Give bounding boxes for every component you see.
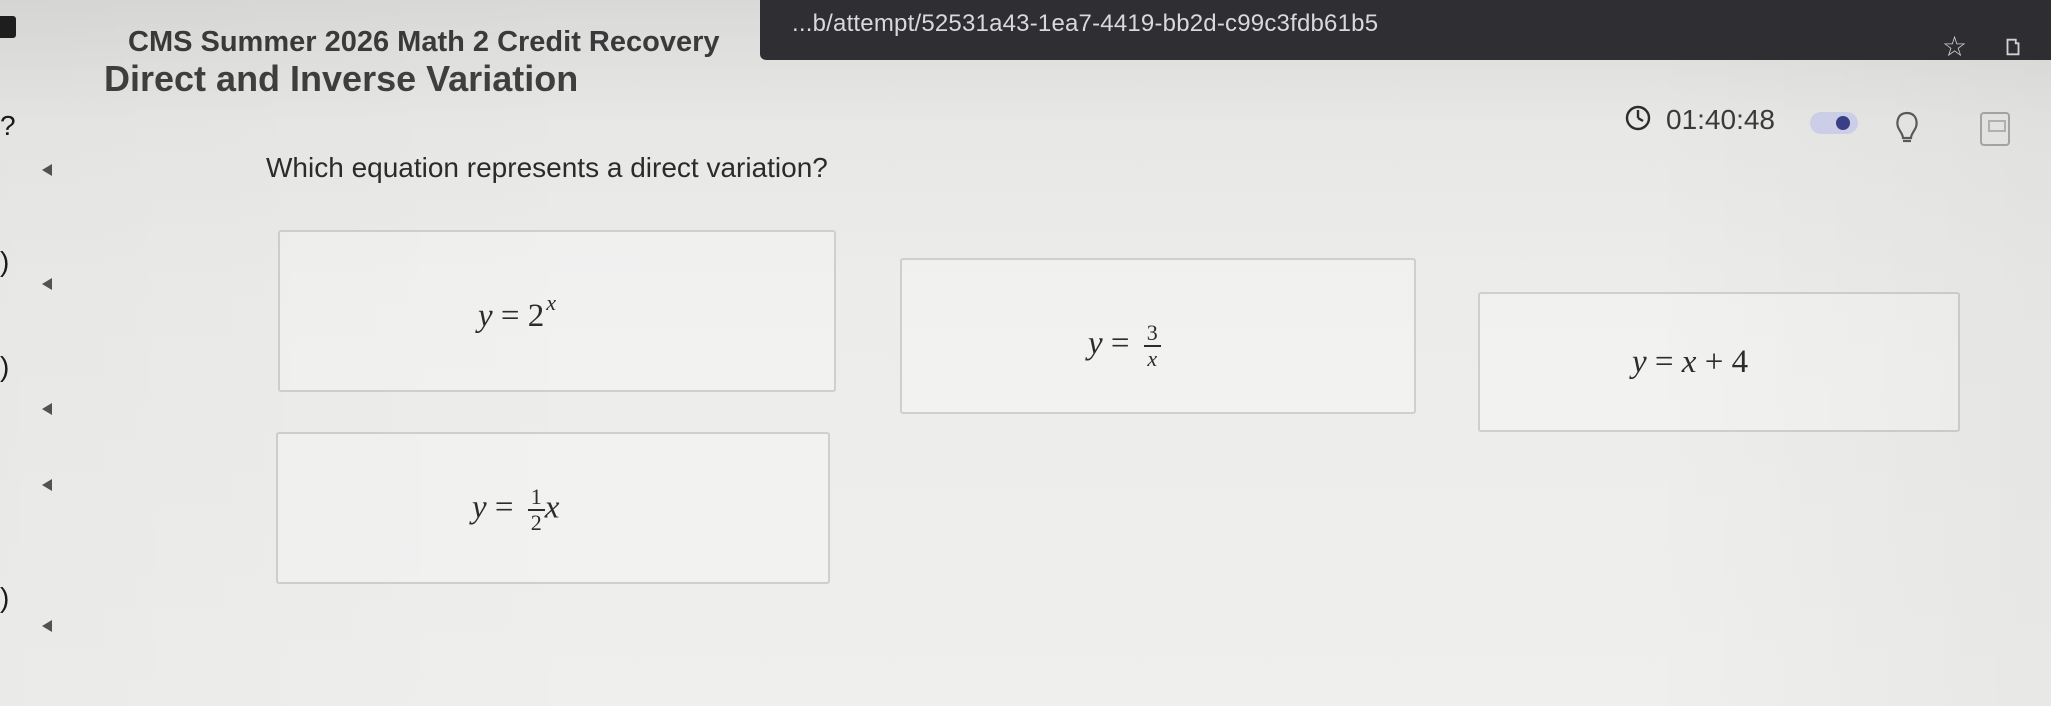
rail-flag-icon: ) [0,246,10,277]
calculator-icon[interactable] [1980,112,2010,146]
choice-a-equation: y = 2x [478,292,556,333]
equation-term: x [544,489,560,526]
rail-flag-icon: ) [0,582,10,613]
choice-c-equation: y = x + 4 [1632,346,1748,379]
lesson-title: Direct and Inverse Variation [104,58,579,99]
rail-question-mark-icon: ? [0,110,16,141]
rail-marker-icon [42,164,52,176]
equation-base: 2 [527,298,545,334]
equation-constant: 4 [1731,344,1749,380]
rail-marker-icon [42,403,52,415]
equation-lhs: y [472,489,487,526]
equation-fraction: 3 x [1143,322,1161,371]
lightbulb-icon[interactable] [1892,110,1922,146]
equation-lhs: y [478,298,493,334]
equation-exponent: x [546,290,557,315]
fraction-numerator: 3 [1143,322,1161,347]
equation-equals: = [1654,344,1674,380]
equation-lhs: y [1632,344,1647,380]
rail-flag-icon: ) [0,351,10,382]
choice-b-equation: y = 3 x [1088,322,1161,370]
equation-lhs: y [1088,325,1103,362]
fraction-denominator: x [1147,346,1158,371]
extension-icon[interactable] [2002,36,2024,58]
question-prompt: Which equation represents a direct varia… [266,152,828,183]
fraction-numerator: 1 [527,486,545,511]
rail-marker-icon [42,278,52,290]
star-icon[interactable]: ☆ [1942,33,1967,61]
equation-plus: + [1704,344,1724,380]
menu-tab[interactable] [0,16,16,38]
equation-equals: = [494,489,514,526]
left-rail: ? ) ) ) [0,112,52,706]
browser-bar: ...b/attempt/52531a43-1ea7-4419-bb2d-c99… [760,0,2051,61]
equation-term: x [1681,344,1697,380]
address-bar-url[interactable]: ...b/attempt/52531a43-1ea7-4419-bb2d-c99… [792,10,1378,38]
choice-d-equation: y = 1 2 x [472,486,559,534]
equation-fraction: 1 2 [527,486,545,535]
toggle-switch[interactable] [1810,112,1858,134]
course-title: CMS Summer 2026 Math 2 Credit Recovery [128,26,720,58]
equation-equals: = [1110,325,1130,362]
timer-text: 01:40:48 [1666,104,1775,135]
fraction-denominator: 2 [530,510,542,535]
answer-choice-a[interactable] [278,230,836,392]
rail-marker-icon [42,620,52,632]
toggle-knob [1836,116,1850,130]
timer-icon [1625,105,1651,131]
equation-equals: = [500,298,520,334]
rail-marker-icon [42,479,52,491]
